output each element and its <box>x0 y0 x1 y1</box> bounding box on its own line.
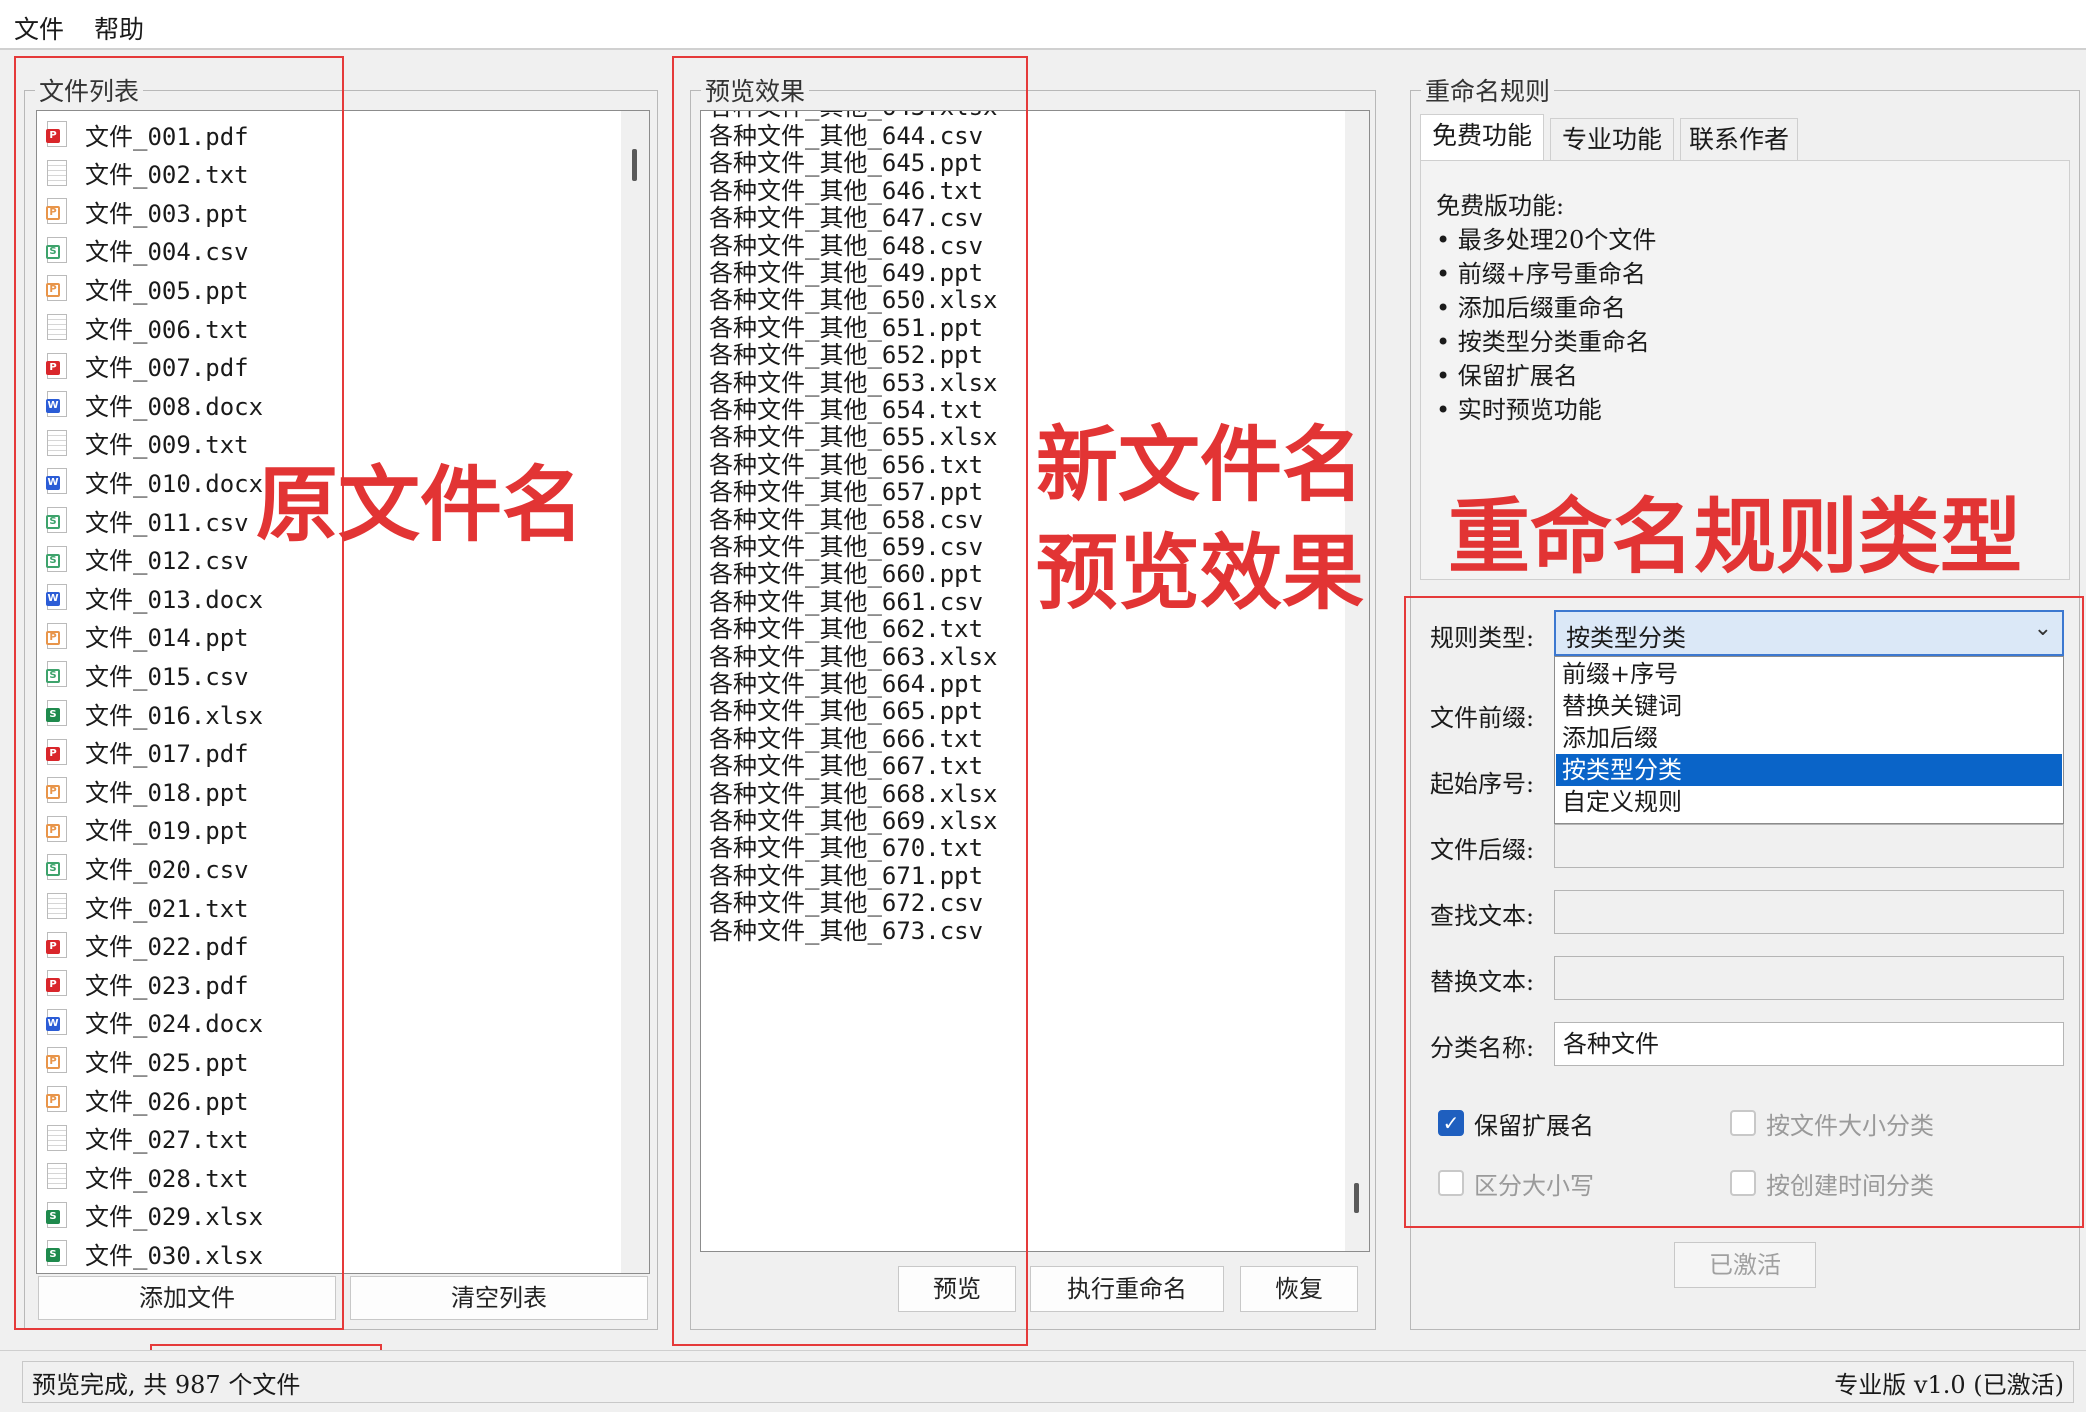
annotation-box-original <box>14 56 344 1330</box>
execute-rename-button[interactable]: 执行重命名 <box>1030 1266 1224 1312</box>
restore-button[interactable]: 恢复 <box>1240 1266 1358 1312</box>
free-feature-item: • 添加后缀重命名 <box>1436 294 1626 322</box>
version-text: 专业版 v1.0 (已激活) <box>1834 1371 2064 1399</box>
file-list-scrollbar[interactable] <box>621 111 649 1273</box>
annotation-new-name: 新文件名 <box>1036 418 1365 513</box>
free-feature-item: • 按类型分类重命名 <box>1436 328 1650 356</box>
free-feature-item: • 实时预览功能 <box>1436 396 1602 424</box>
menu-help[interactable]: 帮助 <box>94 10 144 46</box>
free-feature-item: • 保留扩展名 <box>1436 362 1578 390</box>
annotation-rule-types: 重命名规则类型 <box>1448 490 2023 585</box>
clear-list-button[interactable]: 清空列表 <box>350 1276 648 1320</box>
tab-free[interactable]: 免费功能 <box>1420 114 1544 160</box>
menu-file[interactable]: 文件 <box>14 10 64 46</box>
status-text: 预览完成, 共 987 个文件 <box>32 1371 301 1399</box>
preview-scrollbar[interactable] <box>1345 111 1369 1251</box>
scrollbar-thumb[interactable] <box>1354 1183 1359 1213</box>
activated-button[interactable]: 已激活 <box>1674 1242 1816 1288</box>
free-title: 免费版功能: <box>1436 192 1565 220</box>
free-feature-item: • 前缀+序号重命名 <box>1436 260 1646 288</box>
annotation-box-rules <box>1404 596 2084 1228</box>
free-feature-item: • 最多处理20个文件 <box>1436 226 1657 254</box>
menu-bar: 文件 帮助 <box>0 0 2086 50</box>
tab-pro[interactable]: 专业功能 <box>1550 118 1674 160</box>
status-bar: 预览完成, 共 987 个文件 专业版 v1.0 (已激活) <box>0 1350 2086 1412</box>
rules-title: 重命名规则 <box>1425 77 1551 106</box>
annotation-original-name: 原文件名 <box>256 458 585 553</box>
annotation-box-preview <box>672 56 1028 1346</box>
scrollbar-thumb[interactable] <box>632 149 637 181</box>
tab-contact[interactable]: 联系作者 <box>1680 118 1798 160</box>
annotation-preview-effect: 预览效果 <box>1036 526 1365 621</box>
